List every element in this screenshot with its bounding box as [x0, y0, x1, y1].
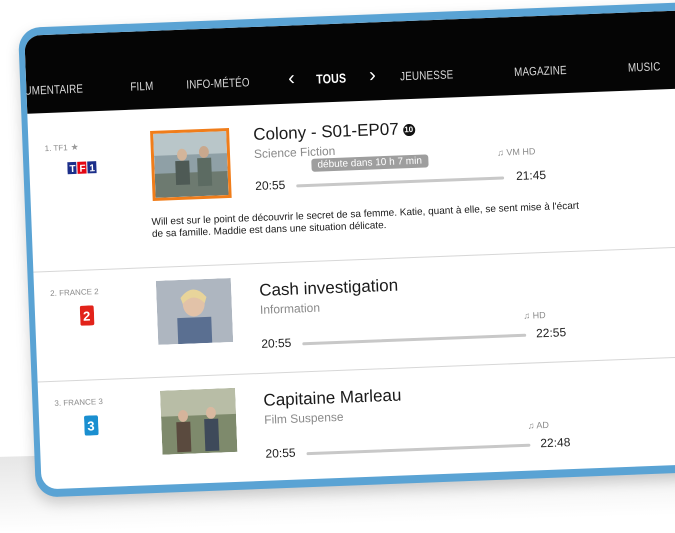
- favorite-star-icon[interactable]: ★: [70, 142, 78, 152]
- program-thumbnail[interactable]: [150, 127, 232, 201]
- nav-tab-magazine[interactable]: MAGAZINE: [514, 63, 567, 79]
- tf1-logo-icon: T F 1: [67, 161, 97, 175]
- svg-text:F: F: [79, 164, 86, 175]
- start-time: 20:55: [261, 335, 292, 351]
- program-genre: Film Suspense: [263, 409, 344, 427]
- end-time: 22:55: [535, 325, 567, 341]
- nav-tab-documentaire[interactable]: UMENTAIRE: [24, 82, 83, 98]
- prev-category-arrow[interactable]: ‹: [288, 67, 296, 89]
- next-category-arrow[interactable]: ›: [369, 64, 377, 86]
- program-row-tf1[interactable]: 1. TF1 ★ T F 1 Colony - S01-EP07 10 Scie…: [27, 84, 675, 273]
- program-thumbnail[interactable]: [155, 278, 234, 345]
- program-title: Capitaine Marleau: [263, 385, 402, 410]
- capitaine-marleau-thumbnail-image: [160, 387, 238, 455]
- audio-note-icon: ♫: [527, 420, 537, 431]
- nav-tab-jeunesse[interactable]: JEUNESSE: [400, 67, 454, 83]
- program-tags: ♫ HD: [523, 309, 546, 321]
- progress-bar: [302, 333, 527, 346]
- channel-label: 2. FRANCE 2: [50, 287, 99, 298]
- nav-tab-film[interactable]: FILM: [130, 79, 154, 94]
- age-rating-badge: 10: [402, 123, 415, 136]
- svg-text:1: 1: [89, 163, 95, 174]
- nav-tab-musique[interactable]: MUSIC: [628, 59, 661, 74]
- program-tags: ♫ AD: [527, 419, 550, 431]
- program-genre: Information: [259, 300, 321, 317]
- end-time: 21:45: [515, 167, 547, 183]
- end-time: 22:48: [540, 435, 571, 451]
- progress-bar: [296, 176, 505, 188]
- program-tags: ♫ VM HD: [496, 146, 536, 158]
- svg-text:2: 2: [83, 308, 91, 323]
- channel-label: 1. TF1 ★: [44, 141, 79, 154]
- program-description: Will est sur le point de découvrir le se…: [151, 200, 580, 241]
- colony-thumbnail-image: [153, 131, 229, 198]
- cash-investigation-thumbnail-image: [155, 278, 234, 345]
- program-title: Colony - S01-EP07 10: [252, 119, 415, 145]
- program-title: Cash investigation: [258, 275, 399, 300]
- france3-logo-icon: 3: [84, 415, 99, 436]
- svg-text:T: T: [69, 164, 76, 175]
- start-time: 20:55: [265, 445, 296, 461]
- tablet-frame: UMENTAIRE FILM INFO-MÉTÉO ‹ TOUS › JEUNE…: [18, 0, 675, 498]
- nav-tab-info-meteo[interactable]: INFO-MÉTÉO: [186, 75, 250, 91]
- program-thumbnail[interactable]: [160, 387, 238, 455]
- svg-text:3: 3: [87, 418, 95, 433]
- france2-logo-icon: 2: [79, 305, 95, 326]
- progress-bar: [306, 443, 531, 456]
- nav-tab-tous[interactable]: TOUS: [316, 70, 347, 86]
- channel-label: 3. FRANCE 3: [54, 397, 104, 408]
- tv-guide-screen: UMENTAIRE FILM INFO-MÉTÉO ‹ TOUS › JEUNE…: [24, 7, 675, 490]
- start-time: 20:55: [254, 177, 286, 194]
